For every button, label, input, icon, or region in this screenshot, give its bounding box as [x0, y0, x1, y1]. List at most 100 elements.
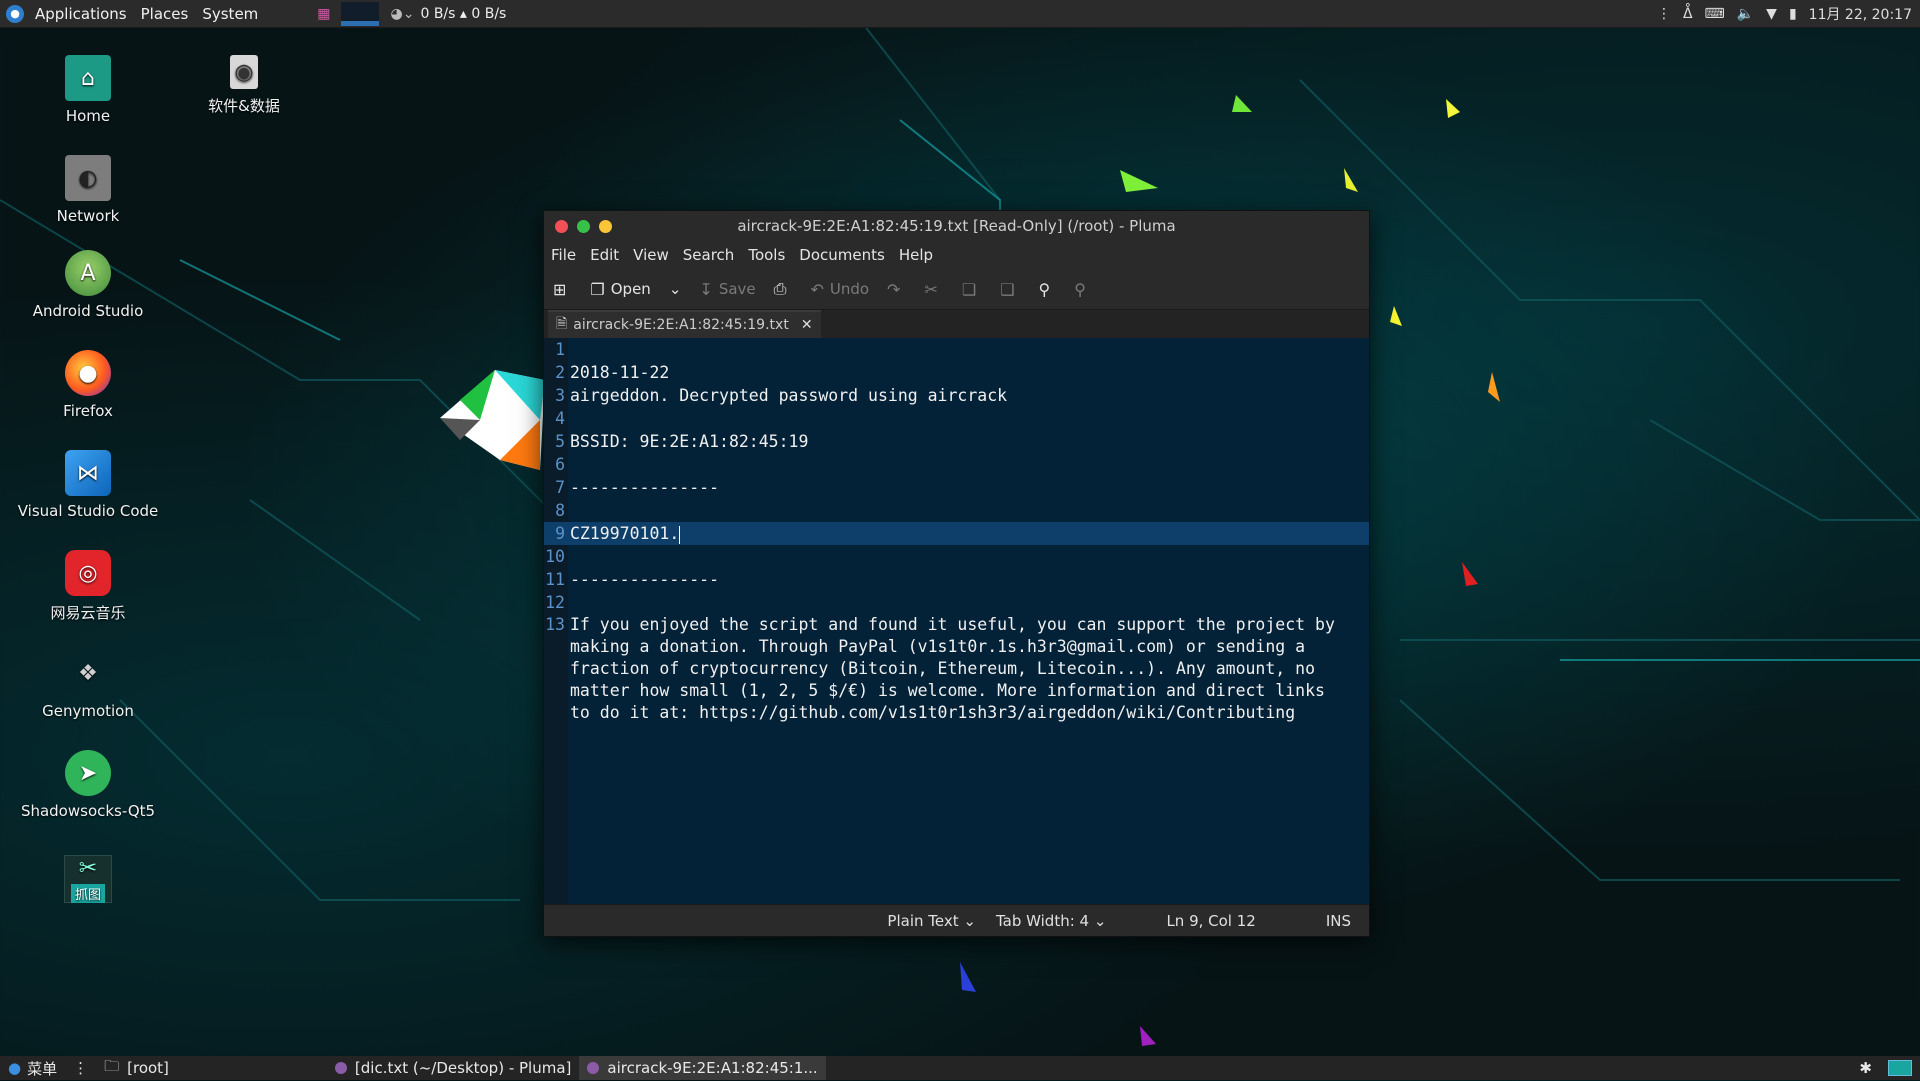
line-text: making a donation. Through PayPal (v1s1t…	[570, 637, 1306, 656]
network-speed-icon: ◕⌄	[390, 5, 415, 22]
editor-line: 3 airgeddon. Decrypted password using air…	[544, 384, 1369, 407]
start-menu-button[interactable]: ● 菜单	[0, 1056, 65, 1080]
find-button[interactable]: ⚲	[1030, 280, 1066, 299]
desktop-icon-home[interactable]: ⌂ Home	[13, 55, 163, 125]
desktop-icon-netease-music[interactable]: ◎ 网易云音乐	[13, 550, 163, 623]
sparkle-icon[interactable]: ✱	[1851, 1056, 1880, 1080]
taskbar-item-label: [dic.txt (~/Desktop) - Pluma]	[354, 1059, 572, 1077]
apps-grid-icon[interactable]: ▦	[317, 6, 330, 22]
close-tab-icon[interactable]: ✕	[801, 317, 813, 333]
line-text: CZ19970101.	[568, 522, 681, 545]
battery-icon[interactable]: ▮	[1789, 6, 1797, 22]
more-icon[interactable]: ⋮	[1657, 6, 1671, 22]
netease-music-icon: ◎	[65, 550, 111, 596]
editor-line-wrap: matter how small (1, 2, 5 $/€) is welcom…	[544, 680, 1369, 702]
open-recent-dropdown[interactable]: ⌄	[660, 280, 691, 298]
desktop-icon-vscode[interactable]: ⋈ Visual Studio Code	[13, 450, 163, 520]
print-button[interactable]: ⎙	[765, 279, 802, 299]
open-button[interactable]: ❐ Open	[581, 280, 659, 299]
desktop-icon-label: Visual Studio Code	[17, 502, 159, 520]
line-text: ---------------	[570, 570, 720, 589]
line-number: 13	[545, 615, 565, 634]
menu-documents[interactable]: Documents	[792, 246, 892, 264]
editor-line: 1	[544, 338, 1369, 361]
line-number: 3	[555, 386, 565, 405]
system-monitor-graph[interactable]	[340, 1, 379, 26]
menu-system[interactable]: System	[195, 5, 265, 23]
show-desktop-button[interactable]	[1880, 1056, 1920, 1080]
desktop-icon-label: Network	[56, 207, 120, 225]
line-text	[568, 499, 570, 522]
redo-button[interactable]: ↷	[878, 280, 915, 299]
editor-line: 6	[544, 453, 1369, 476]
desktop-icon-genymotion[interactable]: ❖ Genymotion	[13, 650, 163, 721]
desktop-icon-label: 网易云音乐	[50, 604, 126, 622]
statusbar: Plain Text ⌄ Tab Width: 4 ⌄ Ln 9, Col 12…	[544, 904, 1369, 936]
menu-search[interactable]: Search	[676, 246, 742, 264]
copy-button[interactable]: ❏	[953, 280, 991, 299]
desktop-icon-screenshot[interactable]: ✂ 抓图	[13, 855, 163, 909]
os-logo-icon[interactable]: ●	[6, 4, 24, 23]
close-window-button[interactable]	[555, 219, 568, 233]
desktop-icon-shadowsocks[interactable]: ➤ Shadowsocks-Qt5	[13, 750, 163, 820]
menu-applications[interactable]: Applications	[28, 5, 134, 23]
network-speed: 0 B/s ▴ 0 B/s	[420, 5, 507, 22]
line-text	[568, 407, 570, 430]
window-title: aircrack-9E:2E:A1:82:45:19.txt [Read-Onl…	[737, 217, 1176, 235]
panel-separator: ⋮	[73, 1059, 89, 1077]
editor-content: 1 2 2018-11-22 3 airgeddon. Decrypted pass…	[544, 338, 1369, 724]
replace-button[interactable]: ⚲	[1065, 280, 1101, 299]
desktop-icon-android-studio[interactable]: A Android Studio	[13, 250, 163, 320]
print-icon: ⎙	[773, 279, 787, 298]
keyboard-icon[interactable]: ⌨	[1705, 6, 1725, 22]
menu-view[interactable]: View	[626, 246, 676, 264]
line-number: 8	[555, 501, 565, 520]
menu-help[interactable]: Help	[892, 246, 940, 264]
syntax-mode-dropdown[interactable]: Plain Text ⌄	[877, 912, 986, 930]
wifi-icon[interactable]: ▼	[1766, 6, 1777, 22]
minimize-window-button[interactable]	[599, 219, 612, 233]
line-text	[568, 545, 570, 568]
taskbar-item-dic[interactable]: [dic.txt (~/Desktop) - Pluma]	[327, 1056, 579, 1080]
desktop-icon-firefox[interactable]: ● Firefox	[13, 350, 163, 420]
save-label: Save	[718, 280, 756, 298]
new-document-icon: ⊞	[553, 279, 567, 299]
folder-button[interactable]: 🗀 [root]	[96, 1056, 177, 1080]
line-number: 12	[545, 593, 565, 612]
tab-width-dropdown[interactable]: Tab Width: 4 ⌄	[986, 912, 1116, 930]
undo-button[interactable]: ↶ Undo	[801, 280, 878, 299]
line-number: 2	[555, 363, 565, 382]
password-text: CZ19970101.	[570, 524, 680, 543]
line-text: If you enjoyed the script and found it u…	[570, 615, 1335, 634]
window-titlebar[interactable]: aircrack-9E:2E:A1:82:45:19.txt [Read-Onl…	[544, 211, 1369, 241]
desktop-icon-software-data[interactable]: ◉ 软件&数据	[169, 55, 319, 116]
chevron-down-icon: ⌄	[963, 911, 976, 930]
editor-line: 2 2018-11-22	[544, 361, 1369, 384]
cut-button[interactable]: ✂	[915, 280, 952, 299]
menu-edit[interactable]: Edit	[583, 246, 626, 264]
text-editor[interactable]: 1 2 2018-11-22 3 airgeddon. Decrypted pass…	[544, 338, 1369, 905]
menu-file[interactable]: File	[544, 246, 583, 264]
volume-icon[interactable]: 🔈	[1737, 6, 1754, 22]
clock[interactable]: 11月 22, 20:17	[1809, 4, 1912, 24]
paste-button[interactable]: ❑	[991, 280, 1029, 299]
pluma-icon	[334, 1062, 347, 1074]
desktop-icon-label: Shadowsocks-Qt5	[20, 802, 156, 820]
editor-line: 13 If you enjoyed the script and found it…	[544, 614, 1369, 636]
menu-places[interactable]: Places	[134, 5, 196, 23]
shadowsocks-icon: ➤	[65, 750, 111, 796]
document-tab[interactable]: 🗎 aircrack-9E:2E:A1:82:45:19.txt ✕	[548, 310, 821, 338]
taskbar-item-aircrack[interactable]: aircrack-9E:2E:A1:82:45:1...	[579, 1056, 826, 1080]
new-document-button[interactable]: ⊞	[544, 280, 581, 299]
save-button[interactable]: ↧ Save	[690, 280, 764, 299]
menubar: File Edit View Search Tools Documents He…	[544, 241, 1369, 269]
editor-line: 5 BSSID: 9E:2E:A1:82:45:19	[544, 430, 1369, 453]
desktop-icon-network[interactable]: ◐ Network	[13, 155, 163, 225]
open-icon: ❐	[590, 279, 605, 299]
maximize-window-button[interactable]	[577, 219, 590, 233]
redo-icon: ↷	[887, 279, 901, 299]
editor-line: 7 ---------------	[544, 476, 1369, 499]
menu-tools[interactable]: Tools	[741, 246, 792, 264]
bluetooth-icon[interactable]: ᐂ	[1683, 6, 1693, 22]
cursor-position: Ln 9, Col 12	[1166, 911, 1256, 930]
